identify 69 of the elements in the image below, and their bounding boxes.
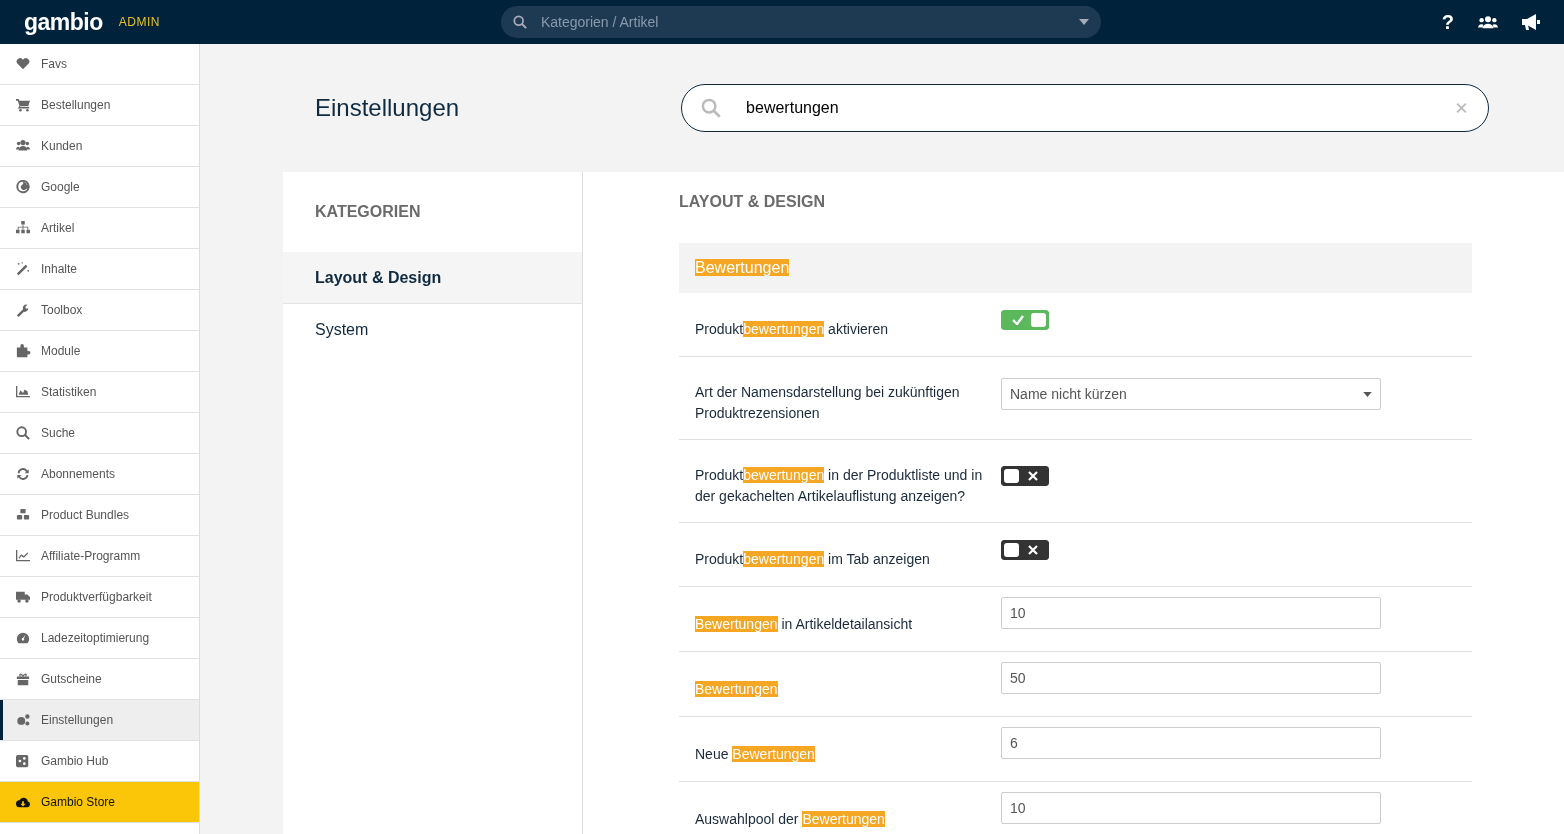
sidebar-item[interactable]: Kunden bbox=[0, 126, 199, 168]
page-title: Einstellungen bbox=[315, 93, 460, 123]
toggle-switch[interactable] bbox=[1001, 539, 1049, 560]
settings-search-field[interactable]: bewertungen bbox=[681, 84, 1490, 133]
caret-icon bbox=[1363, 391, 1372, 397]
input-field[interactable]: 10 bbox=[1001, 792, 1381, 825]
input-field[interactable]: 10 bbox=[1001, 597, 1381, 630]
sidebar-item[interactable]: Einstellungen bbox=[0, 700, 199, 742]
input-field[interactable]: 6 bbox=[1001, 727, 1381, 760]
gift-icon bbox=[15, 672, 31, 687]
toggle-switch[interactable] bbox=[1001, 309, 1049, 330]
category-item[interactable]: System bbox=[283, 304, 582, 357]
sidebar-item[interactable]: Gambio Store bbox=[0, 782, 199, 824]
setting-label: Bewertungen in Artikeldetailansicht bbox=[695, 614, 914, 634]
group-title: Bewertungen bbox=[695, 258, 790, 279]
logo: gambio bbox=[24, 7, 103, 37]
sidebar-item[interactable]: Abonnements bbox=[0, 454, 199, 496]
line-chart-icon bbox=[15, 549, 31, 564]
select-field[interactable]: Name nicht kürzen bbox=[1001, 378, 1381, 411]
check-icon bbox=[1011, 314, 1024, 325]
clear-icon bbox=[1456, 102, 1468, 114]
input-field[interactable]: 50 bbox=[1001, 662, 1381, 695]
megaphone-icon[interactable] bbox=[1522, 14, 1540, 31]
sidebar-item[interactable]: Ladezeitoptimierung bbox=[0, 618, 199, 660]
search-icon bbox=[15, 426, 31, 441]
heart-icon bbox=[15, 57, 31, 72]
sidebar-item[interactable]: Module bbox=[0, 331, 199, 373]
sidebar-item[interactable]: Affiliate-Programm bbox=[0, 536, 199, 578]
setting-label: Produktbewertungen aktivieren bbox=[695, 320, 889, 340]
cross-icon bbox=[1027, 544, 1038, 555]
setting-label: Art der Namensdarstellung bei zukünftigen Produktrezensionen bbox=[695, 383, 961, 424]
sidebar-item[interactable]: Artikel bbox=[0, 208, 199, 250]
sidebar-item[interactable]: Bestellungen bbox=[0, 85, 199, 127]
setting-label: Produktbewertungen in der Produktliste und in der gekachelten Artikelauflistung anzeigen? bbox=[695, 466, 984, 507]
cart-icon bbox=[15, 98, 31, 113]
wrench-icon bbox=[15, 303, 31, 318]
area-chart-icon bbox=[15, 385, 31, 400]
search-icon bbox=[512, 15, 527, 30]
users-icon[interactable] bbox=[1478, 15, 1498, 30]
refresh-icon bbox=[15, 467, 31, 482]
truck-icon bbox=[15, 590, 31, 605]
sidebar-item[interactable]: Inhalte bbox=[0, 249, 199, 291]
sidebar-item[interactable]: Toolbox bbox=[0, 290, 199, 332]
toggle-switch[interactable] bbox=[1001, 466, 1049, 487]
setting-label: Neue Bewertungen bbox=[695, 744, 816, 764]
caret-icon bbox=[1078, 19, 1089, 26]
category-item[interactable]: Layout & Design bbox=[283, 252, 582, 305]
cloud-download-icon bbox=[15, 795, 31, 810]
section-heading: LAYOUT & DESIGN bbox=[679, 192, 827, 213]
sidebar-item[interactable]: Statistiken bbox=[0, 372, 199, 414]
sidebar-item[interactable]: Product Bundles bbox=[0, 495, 199, 537]
help-button[interactable]: ? bbox=[1441, 7, 1454, 38]
magic-wand-icon bbox=[15, 262, 31, 277]
setting-label: Bewertungen bbox=[695, 679, 779, 699]
admin-label: ADMIN bbox=[118, 14, 160, 32]
cross-icon bbox=[1027, 471, 1038, 482]
gauge-icon bbox=[15, 631, 31, 646]
setting-label: Auswahlpool der Bewertungen bbox=[695, 809, 886, 829]
category-heading: KATEGORIEN bbox=[314, 202, 422, 223]
sidebar-item[interactable]: Produktverfügbarkeit bbox=[0, 577, 199, 619]
search-icon bbox=[701, 98, 722, 119]
share-icon bbox=[15, 754, 31, 769]
puzzle-icon bbox=[15, 344, 31, 359]
sidebar-item[interactable]: Suche bbox=[0, 413, 199, 455]
sidebar-item[interactable]: Favs bbox=[0, 44, 199, 86]
setting-label: Produktbewertungen im Tab anzeigen bbox=[695, 550, 931, 570]
sitemap-icon bbox=[15, 221, 31, 236]
sidebar-item[interactable]: Google bbox=[0, 167, 199, 209]
search-field[interactable]: Kategorien / Artikel bbox=[500, 6, 1101, 39]
